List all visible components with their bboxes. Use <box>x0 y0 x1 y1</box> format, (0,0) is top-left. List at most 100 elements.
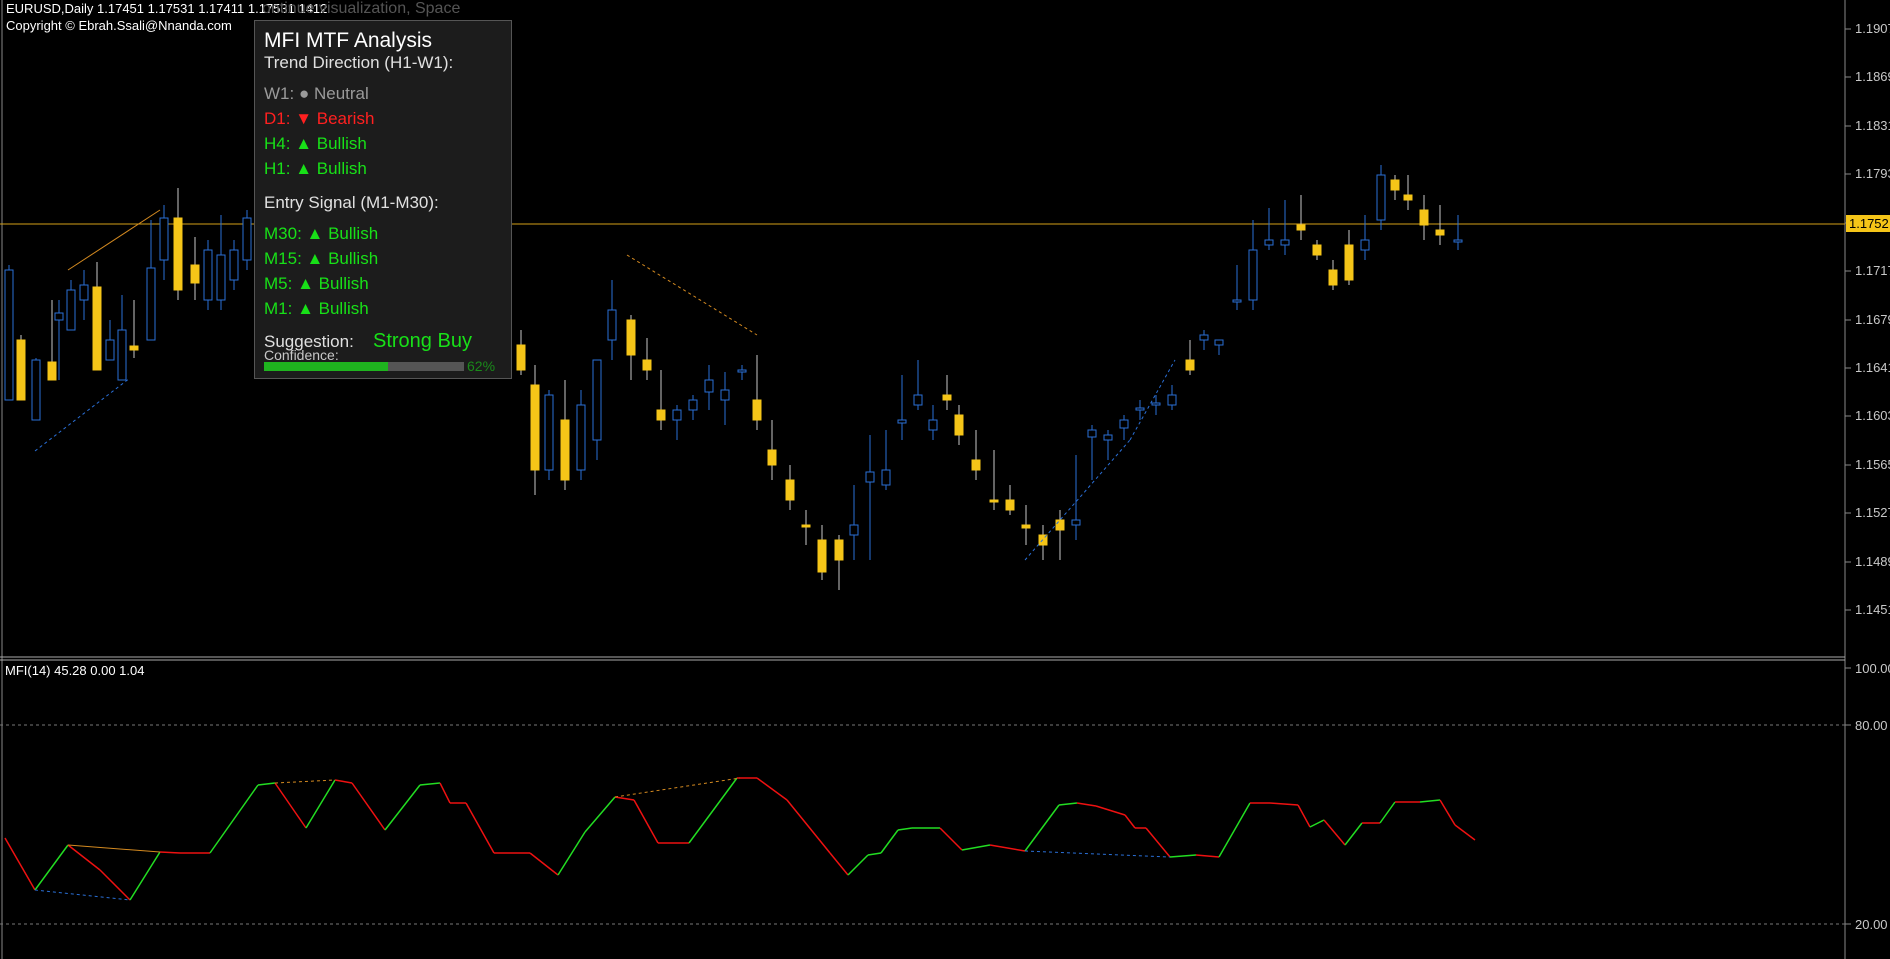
price-label: 1.1565 <box>1855 457 1890 472</box>
entry-state: ▲ Bullish <box>306 249 379 268</box>
candle-body <box>216 254 226 301</box>
mfi-segment <box>1297 804 1311 828</box>
mfi-segment <box>829 852 849 876</box>
candle-body <box>16 339 26 401</box>
candle-body <box>989 499 999 503</box>
trend-row-h1: H1: ▲ Bullish <box>264 159 367 179</box>
candle-body <box>1403 194 1413 201</box>
mfi-divergence-line <box>274 779 336 784</box>
candle-body <box>242 217 252 261</box>
mfi-segment <box>1076 802 1097 807</box>
mfi-segment <box>384 784 421 831</box>
mfi-segment <box>847 854 869 876</box>
candle-body <box>1344 244 1354 281</box>
confidence-bar <box>264 362 464 371</box>
candle-body <box>971 459 981 471</box>
mfi-segment <box>897 827 913 831</box>
candle-body <box>1360 239 1370 251</box>
candle-body <box>1005 499 1015 511</box>
tf-label: H1: <box>264 159 291 178</box>
candle-body <box>913 394 923 406</box>
mfi-segment <box>1124 814 1136 829</box>
candle-body <box>129 345 139 351</box>
candle-body <box>1280 239 1290 246</box>
mfi-segment <box>633 799 659 844</box>
candle-body <box>865 471 875 483</box>
price-label: 1.1451 <box>1855 602 1890 617</box>
mfi-segment <box>67 844 101 871</box>
candle-body <box>954 414 964 436</box>
mfi-segment <box>274 782 307 829</box>
mfi-segment <box>209 784 259 854</box>
mfi-segment <box>439 782 451 804</box>
tf-label: M30: <box>264 224 302 243</box>
candle-body <box>688 399 698 411</box>
candle-body <box>530 384 540 471</box>
candle-body <box>1232 299 1242 303</box>
mfi-segment <box>1323 819 1346 846</box>
candle-body <box>146 267 156 341</box>
candle-body <box>159 217 169 261</box>
candle-body <box>656 409 666 421</box>
mfi-segment <box>257 782 276 786</box>
candle-body <box>801 524 811 528</box>
candle-body <box>1103 434 1113 441</box>
candle-body <box>544 394 554 471</box>
price-label: 1.1527 <box>1855 505 1890 520</box>
candle-body <box>752 399 762 421</box>
candle-body <box>897 419 907 424</box>
candle-body <box>105 339 115 361</box>
entry-row-m15: M15: ▲ Bullish <box>264 249 378 269</box>
trend-line <box>67 209 161 271</box>
mfi-level-label: 20.00 <box>1855 917 1888 932</box>
mfi-segment <box>1145 827 1171 858</box>
trend-heading: Trend Direction (H1-W1): <box>264 53 454 72</box>
candle-body <box>203 249 213 301</box>
candlestick-series <box>4 165 1463 590</box>
mfi-divergence-line <box>34 889 131 901</box>
price-label: 1.1717 <box>1855 263 1890 278</box>
candle-body <box>560 419 570 481</box>
candle-body <box>1453 239 1463 243</box>
price-label: 1.1679 <box>1855 312 1890 327</box>
price-label: 1.1869 <box>1855 69 1890 84</box>
price-label: 1.1603 <box>1855 408 1890 423</box>
copyright-text: Copyright © Ebrah.Ssali@Nnanda.com <box>6 18 232 33</box>
candle-body <box>642 359 652 371</box>
candle-body <box>54 312 64 321</box>
candle-body <box>1214 339 1224 346</box>
candle-body <box>607 309 617 341</box>
candle-body <box>720 389 730 401</box>
tf-label: W1: <box>264 84 295 103</box>
mfi-segment <box>1309 819 1325 828</box>
candle-body <box>1376 174 1386 221</box>
candle-body <box>117 329 127 381</box>
tf-label: D1: <box>264 109 291 128</box>
candle-body <box>1390 179 1400 191</box>
divergence-line <box>34 377 131 452</box>
mfi-segment <box>1058 802 1078 806</box>
panel-title: MFI MTF Analysis <box>264 29 433 52</box>
price-label: 1.1907 <box>1855 21 1890 36</box>
candle-body <box>1087 429 1097 438</box>
mfi-segment <box>584 796 616 833</box>
mfi-segment <box>1344 822 1363 846</box>
price-label: 1.1641 <box>1855 360 1890 375</box>
confidence-bar-fill <box>264 362 388 371</box>
entry-state: ▲ Bullish <box>297 274 369 293</box>
price-axis-ticks <box>1845 28 1851 611</box>
candle-body <box>1328 269 1338 286</box>
candle-body <box>626 319 636 356</box>
mfi-trend-line <box>67 844 161 853</box>
trend-state: ▲ Bullish <box>295 134 367 153</box>
mfi-indicator-label: MFI(14) 45.28 0.00 1.04 <box>5 663 145 678</box>
candle-body <box>173 217 183 291</box>
mfi-mtf-panel[interactable]: MFI MTF Analysis Trend Direction (H1-W1)… <box>254 20 512 379</box>
mfi-segment <box>614 796 635 801</box>
entry-heading: Entry Signal (M1-M30): <box>264 193 439 212</box>
candle-body <box>672 409 682 421</box>
candle-body <box>928 419 938 431</box>
current-price-tag: 1.1752 <box>1846 215 1890 232</box>
mfi-divergence-line <box>1024 850 1171 858</box>
entry-row-m5: M5: ▲ Bullish <box>264 274 369 294</box>
